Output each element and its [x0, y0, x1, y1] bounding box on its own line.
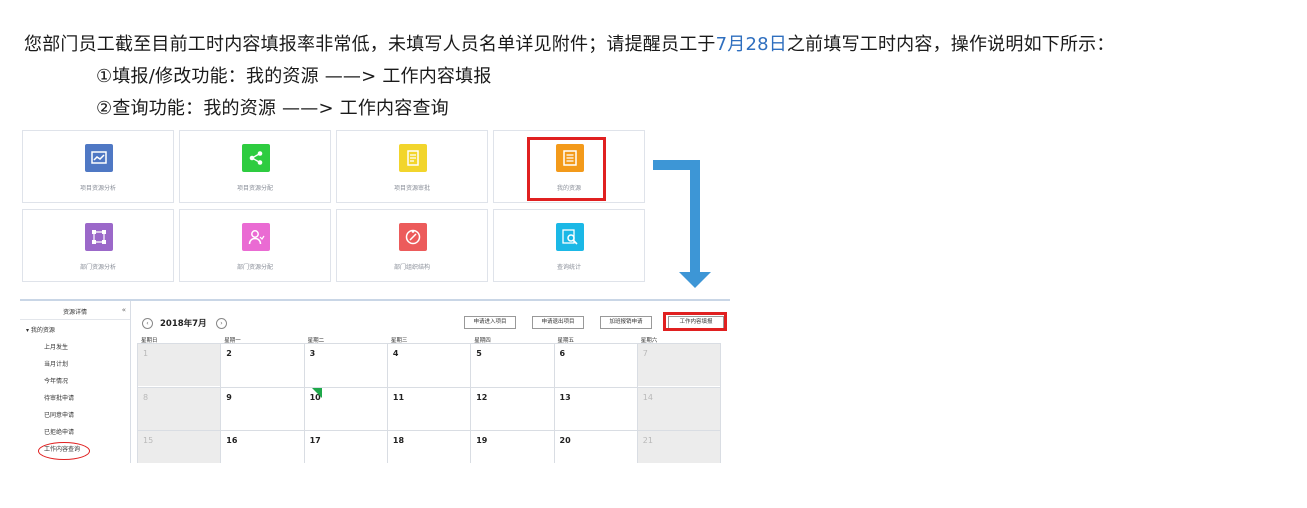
overtime-apply-button[interactable]: 加班报销申请: [600, 316, 652, 329]
user-icon: [242, 223, 270, 251]
calendar-day-cell[interactable]: 5: [476, 349, 482, 358]
calendar-day-cell[interactable]: 2: [226, 349, 232, 358]
grid-line: [137, 430, 720, 431]
tile-7[interactable]: 部门组织结构: [336, 209, 488, 282]
calendar-day-cell[interactable]: 18: [393, 436, 404, 445]
calendar-day-cell[interactable]: 11: [393, 393, 404, 402]
calendar-day-cell[interactable]: 9: [226, 393, 232, 402]
calendar-day-cell[interactable]: 13: [560, 393, 571, 402]
calendar-day-cell[interactable]: 17: [310, 436, 321, 445]
apply-join-project-button[interactable]: 申请进入项目: [464, 316, 516, 329]
grid-line: [137, 343, 138, 463]
calendar-day-cell[interactable]: 21: [643, 436, 653, 445]
notice-line-1: 您部门员工截至目前工时内容填报率非常低，未填写人员名单详见附件；请提醒员工于7月…: [24, 30, 1115, 56]
weekend-cell-bg: [138, 344, 221, 386]
sidebar-item[interactable]: 已同意申请: [44, 410, 74, 419]
tile-6[interactable]: 部门资源分配: [179, 209, 331, 282]
sidebar-collapse-icon[interactable]: «: [122, 306, 126, 314]
grid-line: [303, 343, 305, 463]
highlight-box-my-resource: [527, 137, 606, 201]
highlight-circle-work-query: [38, 442, 90, 460]
calendar-screenshot: 资源详情 « ▾ 我的资源 上月发生当月计划今年情况待审批申请已同意申请已拒绝申…: [20, 299, 730, 463]
calendar-day-cell[interactable]: 4: [393, 349, 399, 358]
tile-8[interactable]: 查询统计: [493, 209, 645, 282]
grid-line: [220, 343, 222, 463]
calendar-day-cell[interactable]: 20: [560, 436, 571, 445]
calendar-month-title: 2018年7月: [160, 319, 207, 329]
sidebar-title: 资源详情: [20, 307, 130, 320]
notice-line-2: ①填报/修改功能：我的资源 ——> 工作内容填报: [96, 66, 492, 87]
calendar-main: ‹ 2018年7月 › 申请进入项目 申请退出项目 加班报销申请 工作内容填报 …: [134, 301, 730, 463]
sidebar-item[interactable]: 今年情况: [44, 376, 68, 385]
resource-sidebar: 资源详情 « ▾ 我的资源 上月发生当月计划今年情况待审批申请已同意申请已拒绝申…: [20, 301, 131, 463]
calendar-day-cell[interactable]: 16: [226, 436, 237, 445]
tile-1[interactable]: 项目资源分析: [22, 130, 174, 203]
notice-prefix: 您部门员工截至目前工时内容填报率非常低，未填写人员名单详见附件；请提醒员工于: [24, 34, 716, 55]
calendar-day-cell[interactable]: 12: [476, 393, 487, 402]
tile-3[interactable]: 项目资源审批: [336, 130, 488, 203]
flow-arrow-vertical: [690, 160, 700, 273]
grid-line: [553, 343, 555, 463]
grid-line: [137, 387, 720, 388]
sidebar-group-my-resource[interactable]: ▾ 我的资源: [26, 325, 55, 334]
notice-suffix: 之前填写工时内容，操作说明如下所示：: [786, 34, 1115, 55]
tile-label: 项目资源分配: [236, 185, 273, 192]
tile-label: 部门资源分配: [236, 264, 273, 271]
tile-label: 部门资源分析: [79, 264, 116, 271]
weekend-cell-bg: [138, 388, 221, 430]
prev-month-icon[interactable]: ‹: [142, 318, 153, 329]
sidebar-item[interactable]: 当月计划: [44, 359, 68, 368]
calendar-day-cell[interactable]: 15: [143, 436, 153, 445]
notice-line-3: ②查询功能：我的资源 ——> 工作内容查询: [96, 98, 449, 119]
calendar-day-cell[interactable]: 8: [143, 393, 148, 402]
grid-line: [720, 343, 722, 463]
grid-line: [636, 343, 638, 463]
calendar-day-cell[interactable]: 14: [643, 393, 653, 402]
sidebar-item[interactable]: 待审批申请: [44, 393, 74, 402]
deadline-date: 7月28日: [715, 34, 787, 55]
apply-exit-project-button[interactable]: 申请退出项目: [532, 316, 584, 329]
tile-label: 项目资源审批: [393, 185, 430, 192]
tile-label: 查询统计: [556, 264, 581, 271]
chart-icon: [85, 144, 113, 172]
search-icon: [556, 223, 584, 251]
calendar-day-cell[interactable]: 7: [643, 349, 648, 358]
tile-2[interactable]: 项目资源分配: [179, 130, 331, 203]
grid-line: [470, 343, 472, 463]
tile-5[interactable]: 部门资源分析: [22, 209, 174, 282]
network-icon: [85, 223, 113, 251]
tile-label: 项目资源分析: [79, 185, 116, 192]
calendar-day-cell[interactable]: 19: [476, 436, 487, 445]
highlight-box-fill-button: [663, 312, 727, 331]
calendar-day-cell[interactable]: 1: [143, 349, 148, 358]
sidebar-item[interactable]: 上月发生: [44, 342, 68, 351]
calendar-day-cell[interactable]: 3: [310, 349, 316, 358]
document-icon: [399, 144, 427, 172]
grid-line: [386, 343, 388, 463]
grid-line: [137, 343, 720, 344]
sidebar-item[interactable]: 已拒绝申请: [44, 427, 74, 436]
share-icon: [242, 144, 270, 172]
calendar-day-cell[interactable]: 6: [560, 349, 566, 358]
filled-marker-icon: [312, 388, 322, 398]
tile-label: 部门组织结构: [393, 264, 430, 271]
next-month-icon[interactable]: ›: [216, 318, 227, 329]
weekend-cell-bg: [637, 344, 721, 386]
flow-arrow-head-icon: [679, 272, 711, 288]
compass-icon: [399, 223, 427, 251]
